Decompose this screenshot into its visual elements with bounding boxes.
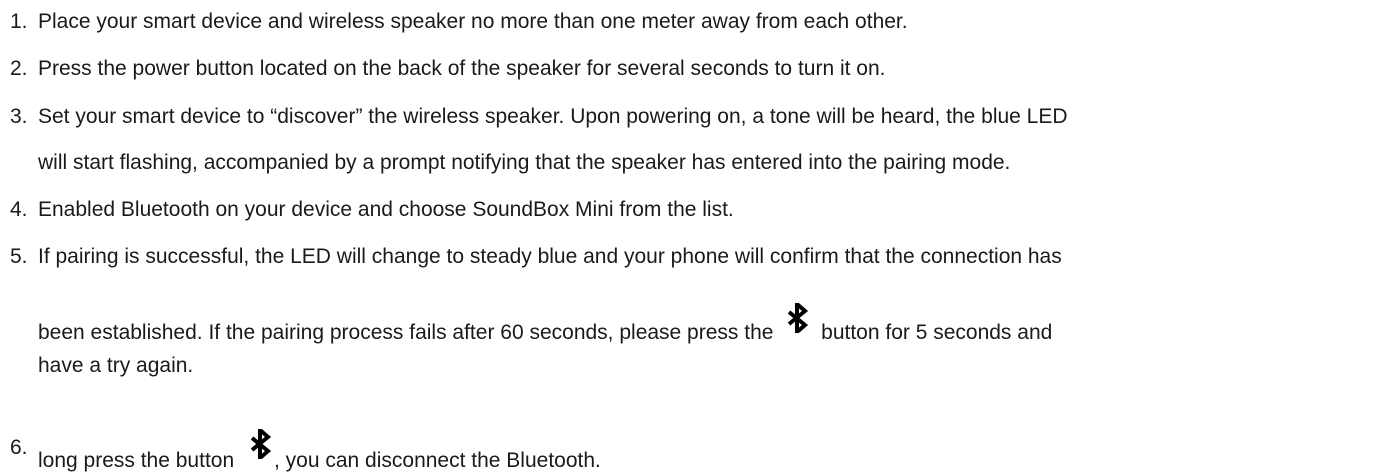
step-text: Enabled Bluetooth on your device and cho… [38,198,734,221]
step-number: 5. [10,245,28,268]
bluetooth-icon [248,429,272,459]
step-text: , you can disconnect the Bluetooth. [273,449,601,472]
step-text: have a try again. [38,354,194,377]
step-text: been established. If the pairing process… [38,321,774,344]
step-text: If pairing is successful, the LED will c… [38,245,1062,268]
step-number: 2. [10,57,28,80]
step-number: 6. [10,436,28,459]
step-text: Place your smart device and wireless spe… [38,10,908,33]
step-number: 1. [10,10,28,33]
step-text: button for 5 seconds and [821,321,1053,344]
step-text: will start flashing, accompanied by a pr… [38,151,1011,174]
step-number: 3. [10,105,28,128]
step-text-row: been established. If the pairing process… [38,303,1053,344]
step-text: long press the button [38,449,235,472]
step-text: Press the power button located on the ba… [38,57,886,80]
step-text: Set your smart device to “discover” the … [38,105,1068,128]
step-number: 4. [10,198,28,221]
step-text-row: long press the button , you can disconne… [38,429,601,472]
bluetooth-icon [785,303,809,333]
